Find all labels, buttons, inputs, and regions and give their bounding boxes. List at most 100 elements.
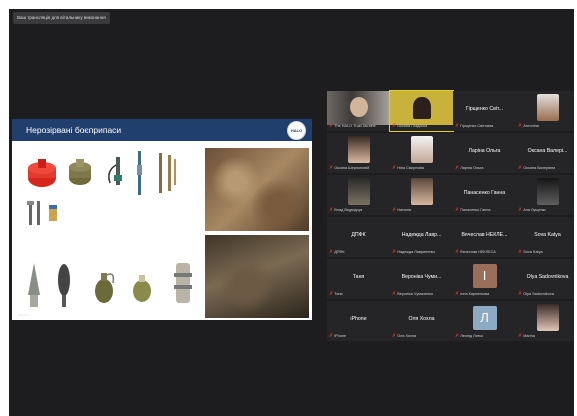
participant-name-label: ✗ Olya Sadovnikova xyxy=(518,291,554,298)
participant-name-label: ✗ iPhone xyxy=(329,333,346,340)
participant-display-name: Olya Sadovnikova xyxy=(526,274,569,280)
participant-tile[interactable]: Sova Katya ✗ Sova Katya xyxy=(516,217,574,257)
participant-tile[interactable]: Ларіна Ольга ✗ Ларіна Ольга xyxy=(453,133,516,173)
mic-muted-icon: ✗ xyxy=(518,333,523,339)
participant-name-label: ✗ Таня xyxy=(329,291,343,298)
mic-muted-icon: ✗ xyxy=(392,249,397,255)
participant-name-label: ✗ Оксана Валерівна xyxy=(518,165,555,172)
logo-text: HALO xyxy=(290,128,303,133)
participant-tile[interactable]: ✗ Ніна Смирнова xyxy=(390,133,453,173)
participant-name-label: ✗ Аня Лущенко xyxy=(518,207,546,214)
participant-tile[interactable]: ✗ Влад Ведмідчук xyxy=(327,175,390,215)
mic-muted-icon: ✗ xyxy=(455,207,460,213)
green-mine-image xyxy=(69,159,91,185)
participant-name-label: ✗ Наталія xyxy=(392,207,411,214)
participant-display-name: Ларіна Ольга xyxy=(468,148,501,154)
mic-muted-icon: ✗ xyxy=(518,165,523,171)
participant-name-text: ДПФК xyxy=(334,250,345,254)
participant-tile[interactable]: ✗ Антоніна xyxy=(516,91,574,131)
participant-name-label: ✗ Marina xyxy=(518,333,535,340)
participant-name-text: iPhone xyxy=(334,334,347,338)
participant-tile[interactable]: І ✗ Інна Карпенкова xyxy=(453,259,516,299)
participant-tile[interactable]: Гірщенко Світ... ✗ Гірщенко Світлана xyxy=(453,91,516,131)
grenade-image xyxy=(95,273,115,303)
mic-muted-icon: ✗ xyxy=(392,165,397,171)
mic-muted-icon: ✗ xyxy=(329,249,334,255)
rpg-round-image xyxy=(28,263,40,307)
participant-initial-avatar: Л xyxy=(472,306,497,330)
slide-pager: ○○○○ xyxy=(18,313,31,317)
participant-name-label: ✗ Надежда Лавриненко xyxy=(392,249,435,256)
participant-initial-avatar: І xyxy=(472,264,497,288)
participant-tile[interactable]: ✗ Оксана Шерлоновій xyxy=(327,133,390,173)
mic-muted-icon: ✗ xyxy=(455,249,460,255)
participant-name-label: ✗ Вероніка Чумаченко xyxy=(392,291,433,298)
rod-image xyxy=(137,151,142,195)
video-conference-window: Ваш трансляція для вітальнику виконання … xyxy=(9,9,574,416)
participant-name-text: Оксана Шерлоновій xyxy=(334,166,370,170)
participant-tile[interactable]: ✗ Аня Лущенко xyxy=(516,175,574,215)
mic-muted-icon: ✗ xyxy=(392,123,397,129)
participant-tile[interactable]: Оля Хохла ✗ Оля Хохла xyxy=(390,301,453,341)
ordnance-illustrations xyxy=(27,151,192,307)
participant-display-name: Вероніка Чуми... xyxy=(401,274,442,280)
participant-name-label: ✗ ДПФК xyxy=(329,249,345,256)
participant-tile[interactable]: Л ✗ Леонід Лятко xyxy=(453,301,516,341)
shared-slide: Нерозірвані боєприпаси HALO ○○○○ xyxy=(12,119,312,320)
participant-display-name: iPhone xyxy=(350,316,367,322)
participant-tile[interactable]: Оксана Валері... ✗ Оксана Валерівна xyxy=(516,133,574,173)
slide-header: Нерозірвані боєприпаси HALO xyxy=(12,119,312,141)
participant-tile[interactable]: ✗ Marina xyxy=(516,301,574,341)
field-photo-grenade xyxy=(205,148,309,231)
participant-name-label: ✗ Антоніна xyxy=(518,123,539,130)
participant-tile[interactable]: ✗ Оксана Гладська xyxy=(389,90,454,132)
round-grenade-image xyxy=(133,275,151,302)
participant-tile[interactable]: Надежда Лавр... ✗ Надежда Лавриненко xyxy=(390,217,453,257)
participant-tile[interactable]: Вячеслав НЕКЛЕ... ✗ Вячеслав НЕКЛЕСА xyxy=(453,217,516,257)
small-fuse-image xyxy=(27,201,40,225)
cartridge-image xyxy=(49,205,57,221)
participant-tile[interactable]: Панасенко Ганна ✗ Панасенко Ганна xyxy=(453,175,516,215)
participant-name-label: ✗ Вячеслав НЕКЛЕСА xyxy=(455,249,496,256)
participant-name-text: Інна Карпенкова xyxy=(460,292,490,296)
participant-name-label: ✗ Панасенко Ганна xyxy=(455,207,491,214)
participant-tile[interactable]: Olya Sadovnikova ✗ Olya Sadovnikova xyxy=(516,259,574,299)
participant-tile[interactable]: iPhone ✗ iPhone xyxy=(327,301,390,341)
red-mine-image xyxy=(28,159,56,187)
participant-display-name: ДПФК xyxy=(351,232,366,238)
participant-display-name: Гірщенко Світ... xyxy=(465,106,504,112)
mic-muted-icon: ✗ xyxy=(455,123,460,129)
participant-name-text: Антоніна xyxy=(523,124,539,128)
shell-image xyxy=(174,263,192,303)
mic-muted-icon: ✗ xyxy=(455,333,460,339)
halo-logo: HALO xyxy=(287,121,306,140)
participant-tile[interactable]: Таня ✗ Таня xyxy=(327,259,390,299)
mic-muted-icon: ✗ xyxy=(518,123,523,129)
participant-name-text: Оля Хохла xyxy=(397,334,417,338)
participant-name-text: Olya Sadovnikova xyxy=(523,292,554,296)
participant-name-text: Влад Ведмідчук xyxy=(334,208,363,212)
field-photo-buried xyxy=(205,235,309,318)
participant-name-text: Оксана Гладська xyxy=(397,124,428,128)
mic-muted-icon: ✗ xyxy=(518,249,523,255)
participant-name-label: ✗ Ніна Смирнова xyxy=(392,165,424,172)
participant-name-label: ✗ Ларіна Ольга xyxy=(455,165,484,172)
participant-display-name: Вячеслав НЕКЛЕ... xyxy=(461,232,508,238)
participant-name-text: Гірщенко Світлана xyxy=(460,124,494,128)
participant-tile[interactable]: Вероніка Чуми... ✗ Вероніка Чумаченко xyxy=(390,259,453,299)
participant-name-label: ✗ Інна Карпенкова xyxy=(455,291,489,298)
participant-tile[interactable]: ДПФК ✗ ДПФК xyxy=(327,217,390,257)
participant-name-text: Ніна Смирнова xyxy=(397,166,424,170)
participant-name-text: Надежда Лавриненко xyxy=(397,250,436,254)
mortar-round-image xyxy=(58,264,70,307)
mic-muted-icon: ✗ xyxy=(455,165,460,171)
slide-title: Нерозірвані боєприпаси xyxy=(26,125,122,135)
mic-muted-icon: ✗ xyxy=(392,291,397,297)
participant-name-label: ✗ The HALO Trust Ukraine xyxy=(329,123,376,130)
mic-muted-icon: ✗ xyxy=(329,207,334,213)
participant-display-name: Оля Хохла xyxy=(408,316,435,322)
participant-tile[interactable]: ✗ Наталія xyxy=(390,175,453,215)
participant-tile[interactable]: ✗ The HALO Trust Ukraine xyxy=(327,91,390,131)
mic-muted-icon: ✗ xyxy=(329,333,334,339)
mic-muted-icon: ✗ xyxy=(329,291,334,297)
